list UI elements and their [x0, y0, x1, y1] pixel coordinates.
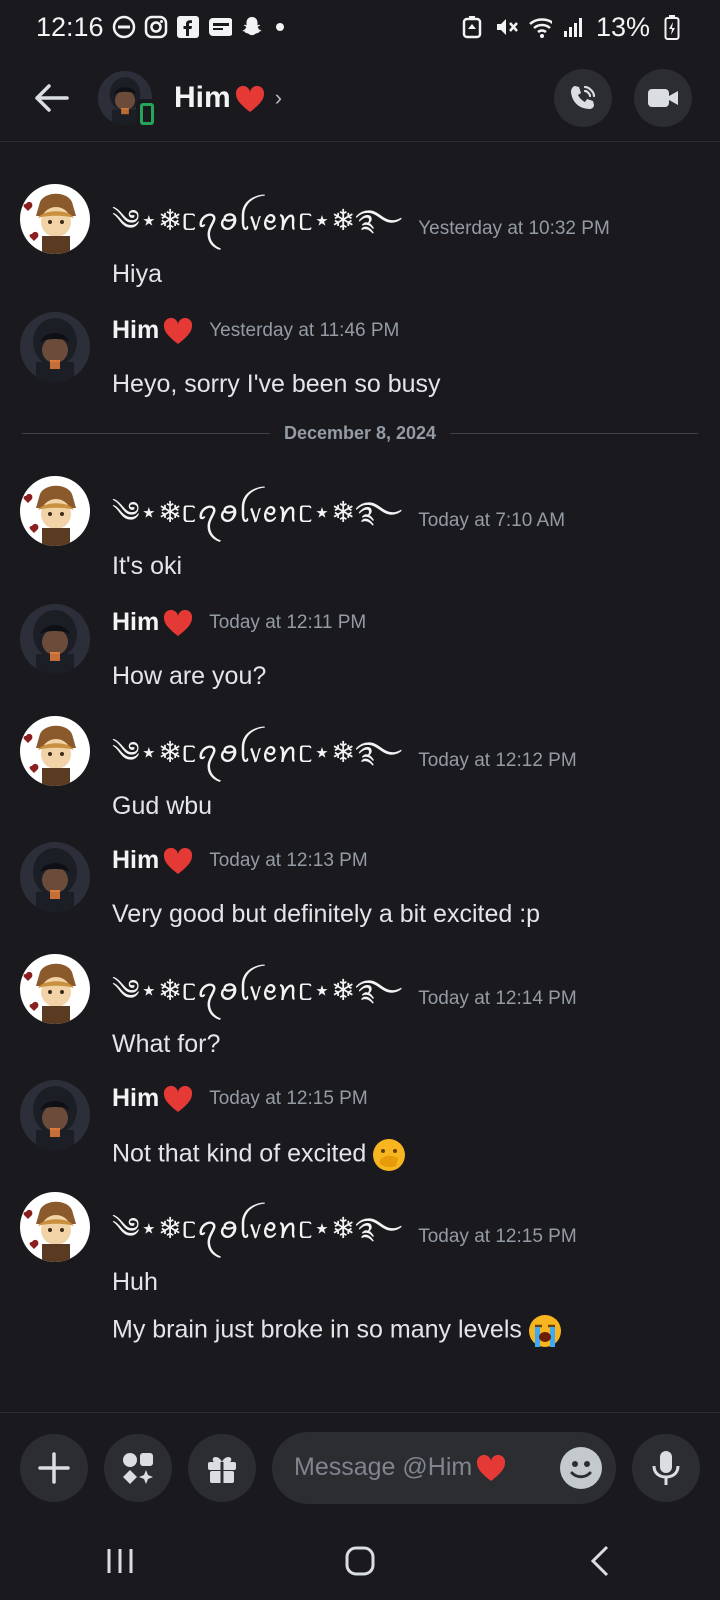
message-timestamp: Today at 12:14 PM [418, 988, 577, 1009]
mute-icon [494, 15, 518, 39]
avatar-self[interactable] [20, 1192, 90, 1262]
message-timestamp: Today at 12:15 PM [209, 1087, 368, 1109]
message-timestamp: Yesterday at 10:32 PM [418, 218, 610, 239]
apps-icon [123, 1452, 153, 1484]
avatar-self[interactable] [20, 954, 90, 1024]
red-heart-icon [235, 85, 264, 112]
chevron-left-icon [590, 1545, 609, 1577]
red-heart-icon [164, 847, 193, 874]
red-heart-icon [477, 1454, 506, 1481]
message-author[interactable]: Him [112, 846, 159, 875]
red-heart-icon [164, 317, 193, 344]
avatar-him[interactable] [20, 842, 90, 912]
video-camera-icon [648, 88, 678, 107]
status-time: 12:16 [36, 11, 104, 42]
message-author[interactable]: ༄⋆❄︎ᥴꪖꪮꪶ᥎ꫀꪀᥴ⋆❄︎࿐ [112, 720, 402, 802]
avatar-him[interactable] [20, 604, 90, 674]
message-text: Heyo, sorry I've been so busy [112, 370, 441, 398]
message-input-placeholder: Message @Him [294, 1453, 473, 1481]
contact-avatar[interactable] [98, 70, 158, 129]
message-author[interactable]: ༄⋆❄︎ᥴꪖꪮꪶ᥎ꫀꪀᥴ⋆❄︎࿐ [112, 188, 402, 270]
home-icon [345, 1546, 375, 1576]
message-timestamp: Today at 12:15 PM [418, 1226, 577, 1247]
avatar-him[interactable] [20, 312, 90, 382]
voice-message-button[interactable] [632, 1433, 700, 1502]
plus-icon [38, 1451, 70, 1484]
message-timestamp: Today at 12:12 PM [418, 750, 577, 771]
wifi-icon [528, 15, 552, 39]
samsung-news-icon [208, 15, 232, 39]
message-timestamp: Today at 7:10 AM [418, 510, 566, 531]
system-nav-bar [0, 1522, 720, 1600]
battery-saver-icon [460, 15, 484, 39]
signal-icon [562, 15, 586, 39]
more-notifications-dot [275, 23, 284, 31]
message-input[interactable]: Message @Him [272, 1431, 616, 1504]
message-text: It's oki [112, 552, 183, 580]
message-text: What for? [112, 1030, 221, 1058]
recent-apps-icon [107, 1549, 133, 1573]
message-timestamp: Today at 12:11 PM [209, 611, 367, 633]
message-author[interactable]: Him [112, 316, 159, 345]
facebook-icon [176, 15, 200, 39]
avatar-self[interactable] [20, 184, 90, 254]
message-item[interactable]: ༄⋆❄︎ᥴꪖꪮꪶ᥎ꫀꪀᥴ⋆❄︎࿐ Today at 12:12 PM Gud wbu [0, 716, 720, 846]
message-text: Not that kind of excited [112, 1138, 406, 1172]
snapchat-icon [240, 15, 264, 39]
message-item[interactable]: ༄⋆❄︎ᥴꪖꪮꪶ᥎ꫀꪀᥴ⋆❄︎࿐ Today at 12:14 PM What fo… [0, 954, 720, 1084]
message-item[interactable]: ༄⋆❄︎ᥴꪖꪮꪶ᥎ꫀꪀᥴ⋆❄︎࿐ Today at 7:10 AM It's oki [0, 476, 720, 606]
status-bar: 12:16 13% [0, 0, 720, 54]
message-text: Hiya [112, 260, 163, 288]
date-divider: December 8, 2024 [22, 421, 699, 445]
emoji-icon[interactable] [560, 1446, 602, 1489]
avatar-self[interactable] [20, 716, 90, 786]
message-text: Very good but definitely a bit excited :… [112, 900, 541, 928]
message-text: Huh [112, 1268, 158, 1296]
dm-header: Him › [0, 54, 720, 142]
message-text: Gud wbu [112, 792, 213, 820]
message-item[interactable]: Him Today at 12:15 PM Not that kind of exc… [0, 1080, 720, 1210]
back-button[interactable] [560, 1531, 640, 1591]
do-not-disturb-icon [112, 15, 136, 39]
face-with-hand-over-mouth-emoji [373, 1139, 406, 1171]
message-author[interactable]: ༄⋆❄︎ᥴꪖꪮꪶ᥎ꫀꪀᥴ⋆❄︎࿐ [112, 480, 402, 562]
message-author[interactable]: Him [112, 1084, 159, 1113]
message-text: How are you? [112, 662, 267, 690]
red-heart-icon [164, 1085, 193, 1112]
chevron-right-icon[interactable]: › [275, 85, 282, 111]
message-list[interactable]: ༄⋆❄︎ᥴꪖꪮꪶ᥎ꫀꪀᥴ⋆❄︎࿐ Yesterday at 10:32 PM Hiy… [0, 142, 720, 1412]
avatar-him[interactable] [20, 1080, 90, 1150]
contact-name[interactable]: Him [174, 81, 265, 115]
message-item[interactable]: ༄⋆❄︎ᥴꪖꪮꪶ᥎ꫀꪀᥴ⋆❄︎࿐ Yesterday at 10:32 PM Hiy… [0, 184, 720, 314]
back-arrow-icon[interactable] [28, 74, 76, 122]
avatar-self[interactable] [20, 476, 90, 546]
message-timestamp: Yesterday at 11:46 PM [209, 319, 400, 341]
message-text: My brain just broke in so many levels [112, 1314, 562, 1348]
message-timestamp: Today at 12:13 PM [209, 849, 368, 871]
message-item[interactable]: ༄⋆❄︎ᥴꪖꪮꪶ᥎ꫀꪀᥴ⋆❄︎࿐ Today at 12:15 PM Huh My b… [0, 1192, 720, 1347]
instagram-icon [144, 15, 168, 39]
gift-icon [208, 1456, 236, 1483]
message-author[interactable]: ༄⋆❄︎ᥴꪖꪮꪶ᥎ꫀꪀᥴ⋆❄︎࿐ [112, 958, 402, 1040]
video-call-button[interactable] [634, 68, 692, 127]
message-author[interactable]: Him [112, 608, 159, 637]
message-composer: Message @Him [0, 1412, 720, 1522]
add-attachment-button[interactable] [20, 1433, 88, 1502]
message-item[interactable]: Him Today at 12:13 PM Very good but defini… [0, 842, 720, 972]
loudly-crying-face-emoji [528, 1315, 561, 1347]
home-button[interactable] [320, 1531, 400, 1591]
gift-button[interactable] [188, 1433, 256, 1502]
red-heart-icon [164, 609, 193, 636]
battery-level: 13% [595, 11, 650, 42]
microphone-icon [652, 1450, 680, 1485]
message-item[interactable]: Him Today at 12:11 PM How are you? [0, 604, 720, 734]
date-divider-label: December 8, 2024 [283, 422, 437, 443]
recent-apps-button[interactable] [80, 1531, 160, 1591]
voice-call-button[interactable] [554, 68, 612, 127]
apps-button[interactable] [104, 1433, 172, 1502]
mobile-online-icon [136, 98, 158, 129]
phone-call-icon [571, 85, 596, 109]
battery-charging-icon [660, 15, 684, 40]
message-author[interactable]: ༄⋆❄︎ᥴꪖꪮꪶ᥎ꫀꪀᥴ⋆❄︎࿐ [112, 1196, 402, 1278]
